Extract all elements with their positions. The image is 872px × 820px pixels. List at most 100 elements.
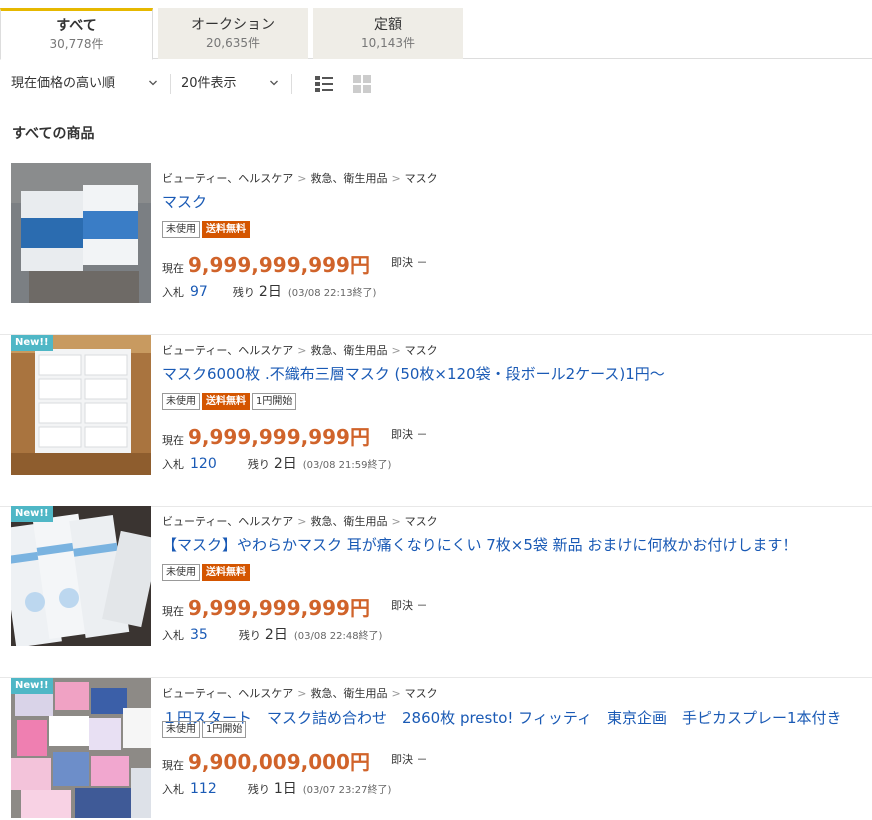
bid-row: 入札 35 残り 2日 (03/08 22:48終了) <box>162 624 382 644</box>
buy-now-value: － <box>416 753 428 766</box>
buy-now-price: 即決 － <box>391 751 428 767</box>
breadcrumb-separator: > <box>391 344 401 357</box>
breadcrumb-link[interactable]: ビューティー、ヘルスケア <box>162 344 293 357</box>
buy-now-price: 即決 － <box>391 254 428 270</box>
item-thumbnail[interactable] <box>11 163 151 303</box>
new-badge: New!! <box>11 506 53 522</box>
one-yen-start-badge: 1円開始 <box>252 393 297 410</box>
per-page-select-value: 20件表示 <box>181 76 237 91</box>
breadcrumb-link[interactable]: 救急、衛生用品 <box>310 515 387 528</box>
condition-badge: 未使用 <box>162 721 200 738</box>
breadcrumb-separator: > <box>297 687 307 700</box>
remaining-label: 残り <box>232 286 255 299</box>
free-shipping-badge: 送料無料 <box>202 221 250 238</box>
breadcrumb-link[interactable]: 救急、衛生用品 <box>310 687 387 700</box>
breadcrumb-link[interactable]: 救急、衛生用品 <box>310 344 387 357</box>
breadcrumb-link[interactable]: マスク <box>405 172 438 185</box>
buy-now-label: 即決 <box>391 428 413 441</box>
remaining-time: 1日 <box>273 781 297 797</box>
item-badges: 未使用 1円開始 <box>162 721 248 738</box>
breadcrumb-separator: > <box>391 687 401 700</box>
breadcrumb-separator: > <box>297 172 307 185</box>
current-price-label: 現在 <box>162 434 184 447</box>
list-item: New!! ビューティー、ヘルスケア > 救急、衛生用品 > マスク １円スタート マス… <box>0 678 872 820</box>
toolbar-divider <box>291 74 292 94</box>
condition-badge: 未使用 <box>162 564 200 581</box>
item-thumbnail[interactable]: New!! <box>11 335 151 475</box>
item-title-link[interactable]: マスク6000枚 .不織布三層マスク (50枚×120袋・段ボール2ケース)1円… <box>162 363 665 384</box>
breadcrumb-link[interactable]: ビューティー、ヘルスケア <box>162 172 293 185</box>
bid-count-link[interactable]: 120 <box>190 456 217 472</box>
bid-count-link[interactable]: 35 <box>190 627 208 643</box>
tab-fixed-price[interactable]: 定額 10,143件 <box>313 8 463 59</box>
bid-row: 入札 120 残り 2日 (03/08 21:59終了) <box>162 453 391 473</box>
buy-now-label: 即決 <box>391 599 413 612</box>
breadcrumb-link[interactable]: 救急、衛生用品 <box>310 172 387 185</box>
one-yen-start-badge: 1円開始 <box>202 721 247 738</box>
remaining-time: 2日 <box>264 627 288 643</box>
remaining-label: 残り <box>247 783 270 796</box>
tab-count: 20,635件 <box>206 36 260 50</box>
breadcrumb: ビューティー、ヘルスケア > 救急、衛生用品 > マスク <box>162 342 438 358</box>
current-price-label: 現在 <box>162 759 184 772</box>
tab-auction[interactable]: オークション 20,635件 <box>158 8 308 59</box>
price-row: 現在 9,999,999,999円 即決 － <box>162 592 428 620</box>
item-title-link[interactable]: 【マスク】やわらかマスク 耳が痛くなりにくい 7枚×5袋 新品 おまけに何枚かお… <box>162 534 797 555</box>
buy-now-label: 即決 <box>391 753 413 766</box>
end-time: (03/07 23:27終了) <box>302 785 392 796</box>
buy-now-value: － <box>416 428 428 441</box>
breadcrumb-separator: > <box>297 344 307 357</box>
tab-count: 30,778件 <box>49 37 104 51</box>
buy-now-price: 即決 － <box>391 597 428 613</box>
bid-count-link[interactable]: 112 <box>190 781 217 797</box>
grid-view-icon[interactable] <box>352 74 372 94</box>
price-row: 現在 9,999,999,999円 即決 － <box>162 249 428 277</box>
price-row: 現在 9,900,009,000円 即決 － <box>162 746 428 774</box>
bid-row: 入札 97 残り 2日 (03/08 22:13終了) <box>162 281 376 301</box>
current-price-label: 現在 <box>162 605 184 618</box>
free-shipping-badge: 送料無料 <box>202 564 250 581</box>
buy-now-price: 即決 － <box>391 426 428 442</box>
item-thumbnail[interactable]: New!! <box>11 506 151 646</box>
breadcrumb-link[interactable]: マスク <box>405 344 438 357</box>
toolbar-divider <box>170 74 171 94</box>
bid-count-link[interactable]: 97 <box>190 284 208 300</box>
item-title-link[interactable]: マスク <box>162 191 207 212</box>
item-thumbnail[interactable]: New!! <box>11 678 151 818</box>
item-title-link[interactable]: １円スタート マスク詰め合わせ 2860枚 presto! フィッティ 東京企画… <box>162 707 842 728</box>
mask-box-photo <box>11 163 151 303</box>
per-page-select[interactable]: 20件表示 <box>181 68 283 100</box>
breadcrumb-link[interactable]: マスク <box>405 515 438 528</box>
tab-label: オークション <box>191 17 275 33</box>
list-item: ビューティー、ヘルスケア > 救急、衛生用品 > マスク マスク 未使用 送料無料 現在 9… <box>0 163 872 335</box>
sort-select-value: 現在価格の高い順 <box>11 76 116 91</box>
section-title: すべての商品 <box>12 126 95 142</box>
breadcrumb-link[interactable]: ビューティー、ヘルスケア <box>162 515 293 528</box>
breadcrumb: ビューティー、ヘルスケア > 救急、衛生用品 > マスク <box>162 170 438 186</box>
new-badge: New!! <box>11 335 53 351</box>
list-view-icon[interactable] <box>314 74 334 94</box>
breadcrumb-link[interactable]: マスク <box>405 687 438 700</box>
tab-all[interactable]: すべて 30,778件 <box>0 8 153 60</box>
buy-now-value: － <box>416 599 428 612</box>
chevron-down-icon <box>149 80 157 86</box>
breadcrumb-link[interactable]: ビューティー、ヘルスケア <box>162 687 293 700</box>
bids-label: 入札 <box>162 286 184 299</box>
bid-row: 入札 112 残り 1日 (03/07 23:27終了) <box>162 778 391 798</box>
mask-packages-photo <box>11 506 151 646</box>
new-badge: New!! <box>11 678 53 694</box>
sort-select[interactable]: 現在価格の高い順 <box>11 68 161 100</box>
remaining-time: 2日 <box>258 284 282 300</box>
chevron-down-icon <box>270 80 278 86</box>
list-item: New!! ビューティー、ヘルスケア > 救急、衛生用品 > マスク 【マスク】やわらか… <box>0 506 872 678</box>
free-shipping-badge: 送料無料 <box>202 393 250 410</box>
current-price-label: 現在 <box>162 262 184 275</box>
tab-label: すべて <box>56 18 97 34</box>
remaining-label: 残り <box>247 458 270 471</box>
breadcrumb-separator: > <box>391 515 401 528</box>
remaining-time: 2日 <box>273 456 297 472</box>
item-badges: 未使用 送料無料 1円開始 <box>162 393 298 410</box>
end-time: (03/08 22:48終了) <box>293 631 383 642</box>
breadcrumb-separator: > <box>297 515 307 528</box>
buy-now-value: － <box>416 256 428 269</box>
